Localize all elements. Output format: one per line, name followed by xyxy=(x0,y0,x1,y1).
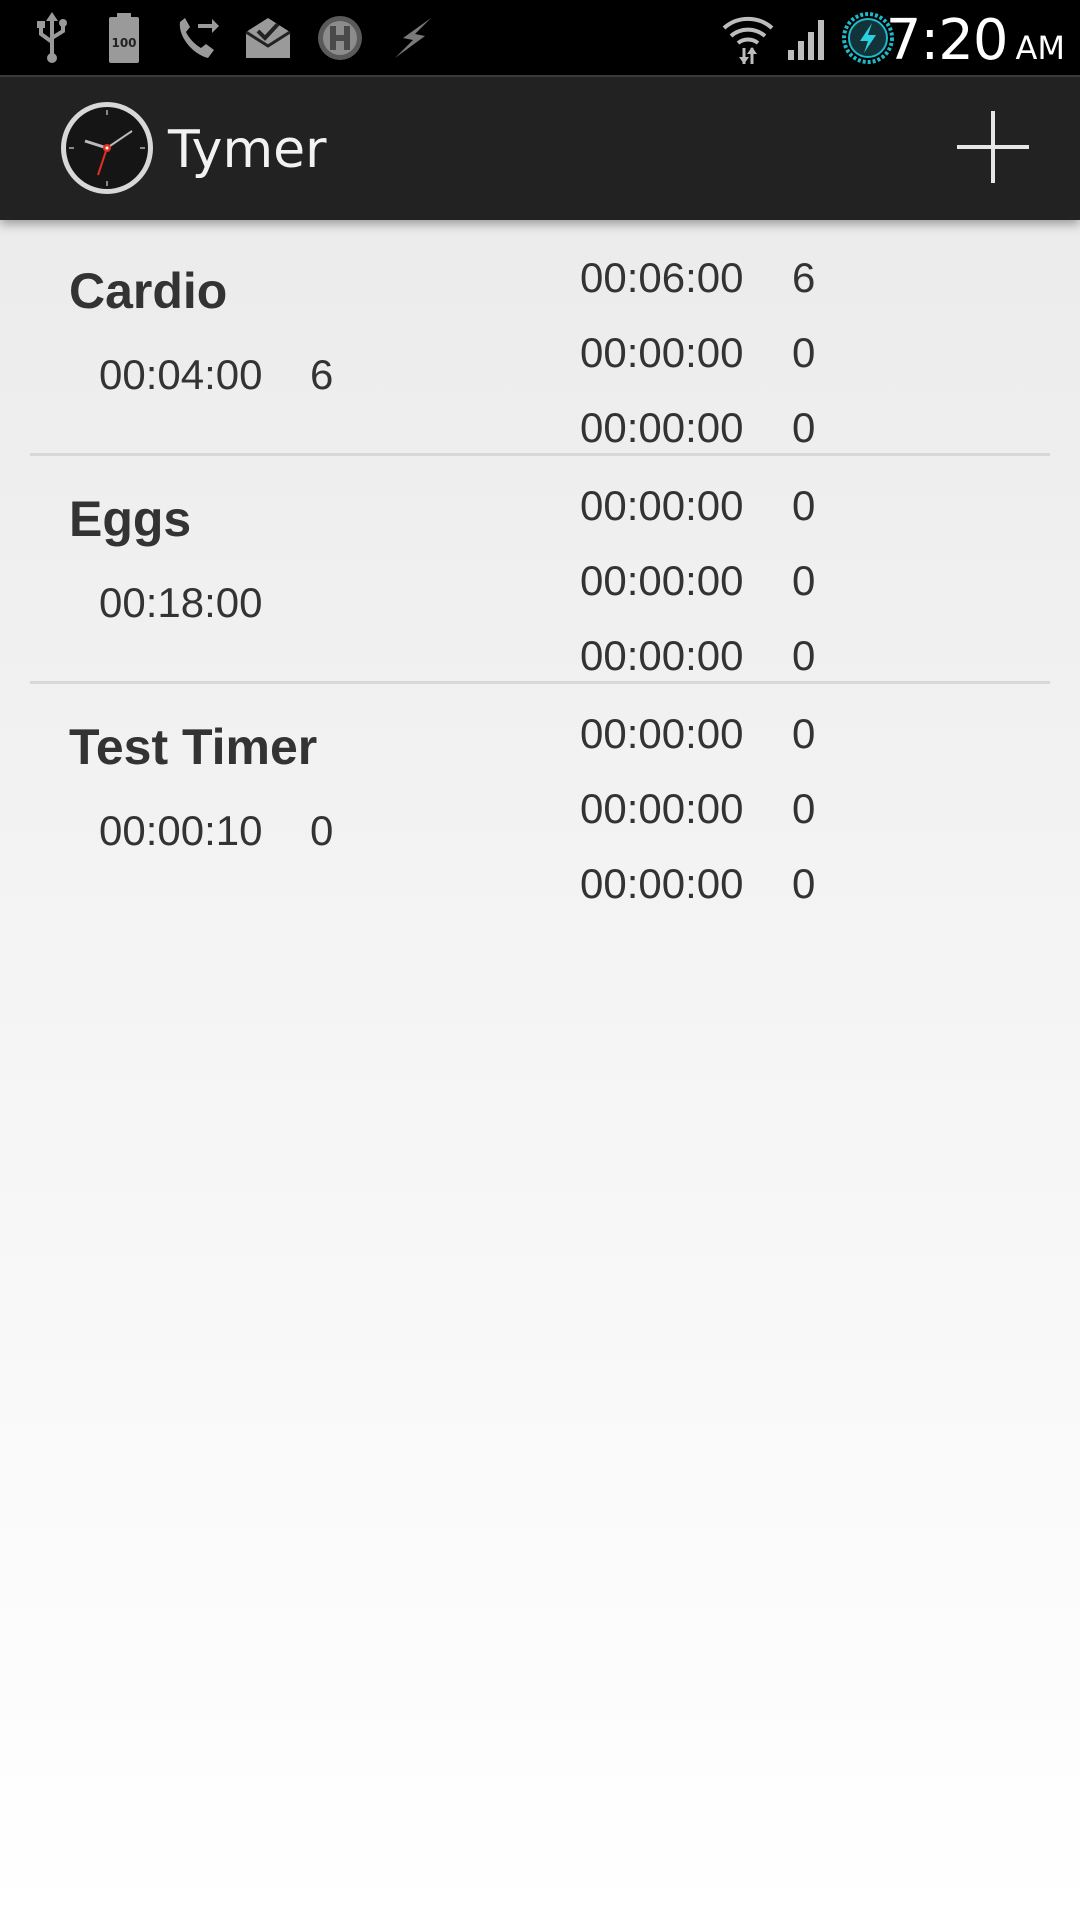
sub-timer-time: 00:00:00 xyxy=(580,557,744,604)
app-title: Tymer xyxy=(168,119,327,180)
clock-time: 7:20 xyxy=(885,8,1009,73)
battery-icon: 100 xyxy=(106,0,142,75)
sub-timer-count: 0 xyxy=(792,860,816,907)
timer-main-count: 0 xyxy=(310,807,334,854)
add-timer-button[interactable] xyxy=(945,102,1040,197)
timer-row[interactable]: Cardio 00:04:00 6 00:06:00 6 00:00:00 0 … xyxy=(30,228,1050,456)
timer-main-time: 00:00:10 xyxy=(99,807,263,854)
call-forward-icon xyxy=(174,0,220,75)
sub-timer-time: 00:00:00 xyxy=(580,632,744,679)
timer-main-time: 00:18:00 xyxy=(99,579,263,626)
timer-name: Test Timer xyxy=(69,719,318,775)
timer-main-time: 00:04:00 xyxy=(99,351,263,398)
clock-icon[interactable] xyxy=(58,99,156,197)
timer-name: Eggs xyxy=(69,491,192,547)
status-bar: 100 7:20 AM xyxy=(0,0,1080,75)
action-bar: Tymer xyxy=(0,75,1080,220)
hangouts-icon xyxy=(315,0,365,75)
timer-row[interactable]: Test Timer 00:00:10 0 00:00:00 0 00:00:0… xyxy=(30,684,1050,912)
sub-timer-time: 00:00:00 xyxy=(580,860,744,907)
wifi-icon xyxy=(720,0,776,75)
status-clock: 7:20 AM xyxy=(886,0,1065,75)
sub-timer-count: 0 xyxy=(792,710,816,757)
usb-icon xyxy=(32,0,72,75)
sub-timer-time: 00:00:00 xyxy=(580,710,744,757)
flash-icon xyxy=(388,0,438,75)
timer-list: Cardio 00:04:00 6 00:06:00 6 00:00:00 0 … xyxy=(30,228,1050,912)
signal-icon xyxy=(783,0,833,75)
sub-timer-count: 0 xyxy=(792,632,816,679)
sub-timer-count: 0 xyxy=(792,329,816,376)
timer-name: Cardio xyxy=(69,263,228,319)
sub-timer-time: 00:00:00 xyxy=(580,785,744,832)
sub-timer-time: 00:00:00 xyxy=(580,404,744,451)
sub-timer-count: 0 xyxy=(792,785,816,832)
sub-timer-count: 0 xyxy=(792,404,816,451)
battery-level: 100 xyxy=(111,36,136,50)
sub-timer-time: 00:00:00 xyxy=(580,482,744,529)
sub-timer-time: 00:00:00 xyxy=(580,329,744,376)
plus-icon xyxy=(955,109,1031,190)
timer-main-count: 6 xyxy=(310,351,334,398)
timer-row[interactable]: Eggs 00:18:00 00:00:00 0 00:00:00 0 00:0… xyxy=(30,456,1050,684)
sub-timer-count: 0 xyxy=(792,482,816,529)
sub-timer-count: 0 xyxy=(792,557,816,604)
sub-timer-count: 6 xyxy=(792,254,816,301)
mail-icon xyxy=(244,0,292,75)
sub-timer-time: 00:06:00 xyxy=(580,254,744,301)
clock-ampm: AM xyxy=(1015,29,1066,67)
